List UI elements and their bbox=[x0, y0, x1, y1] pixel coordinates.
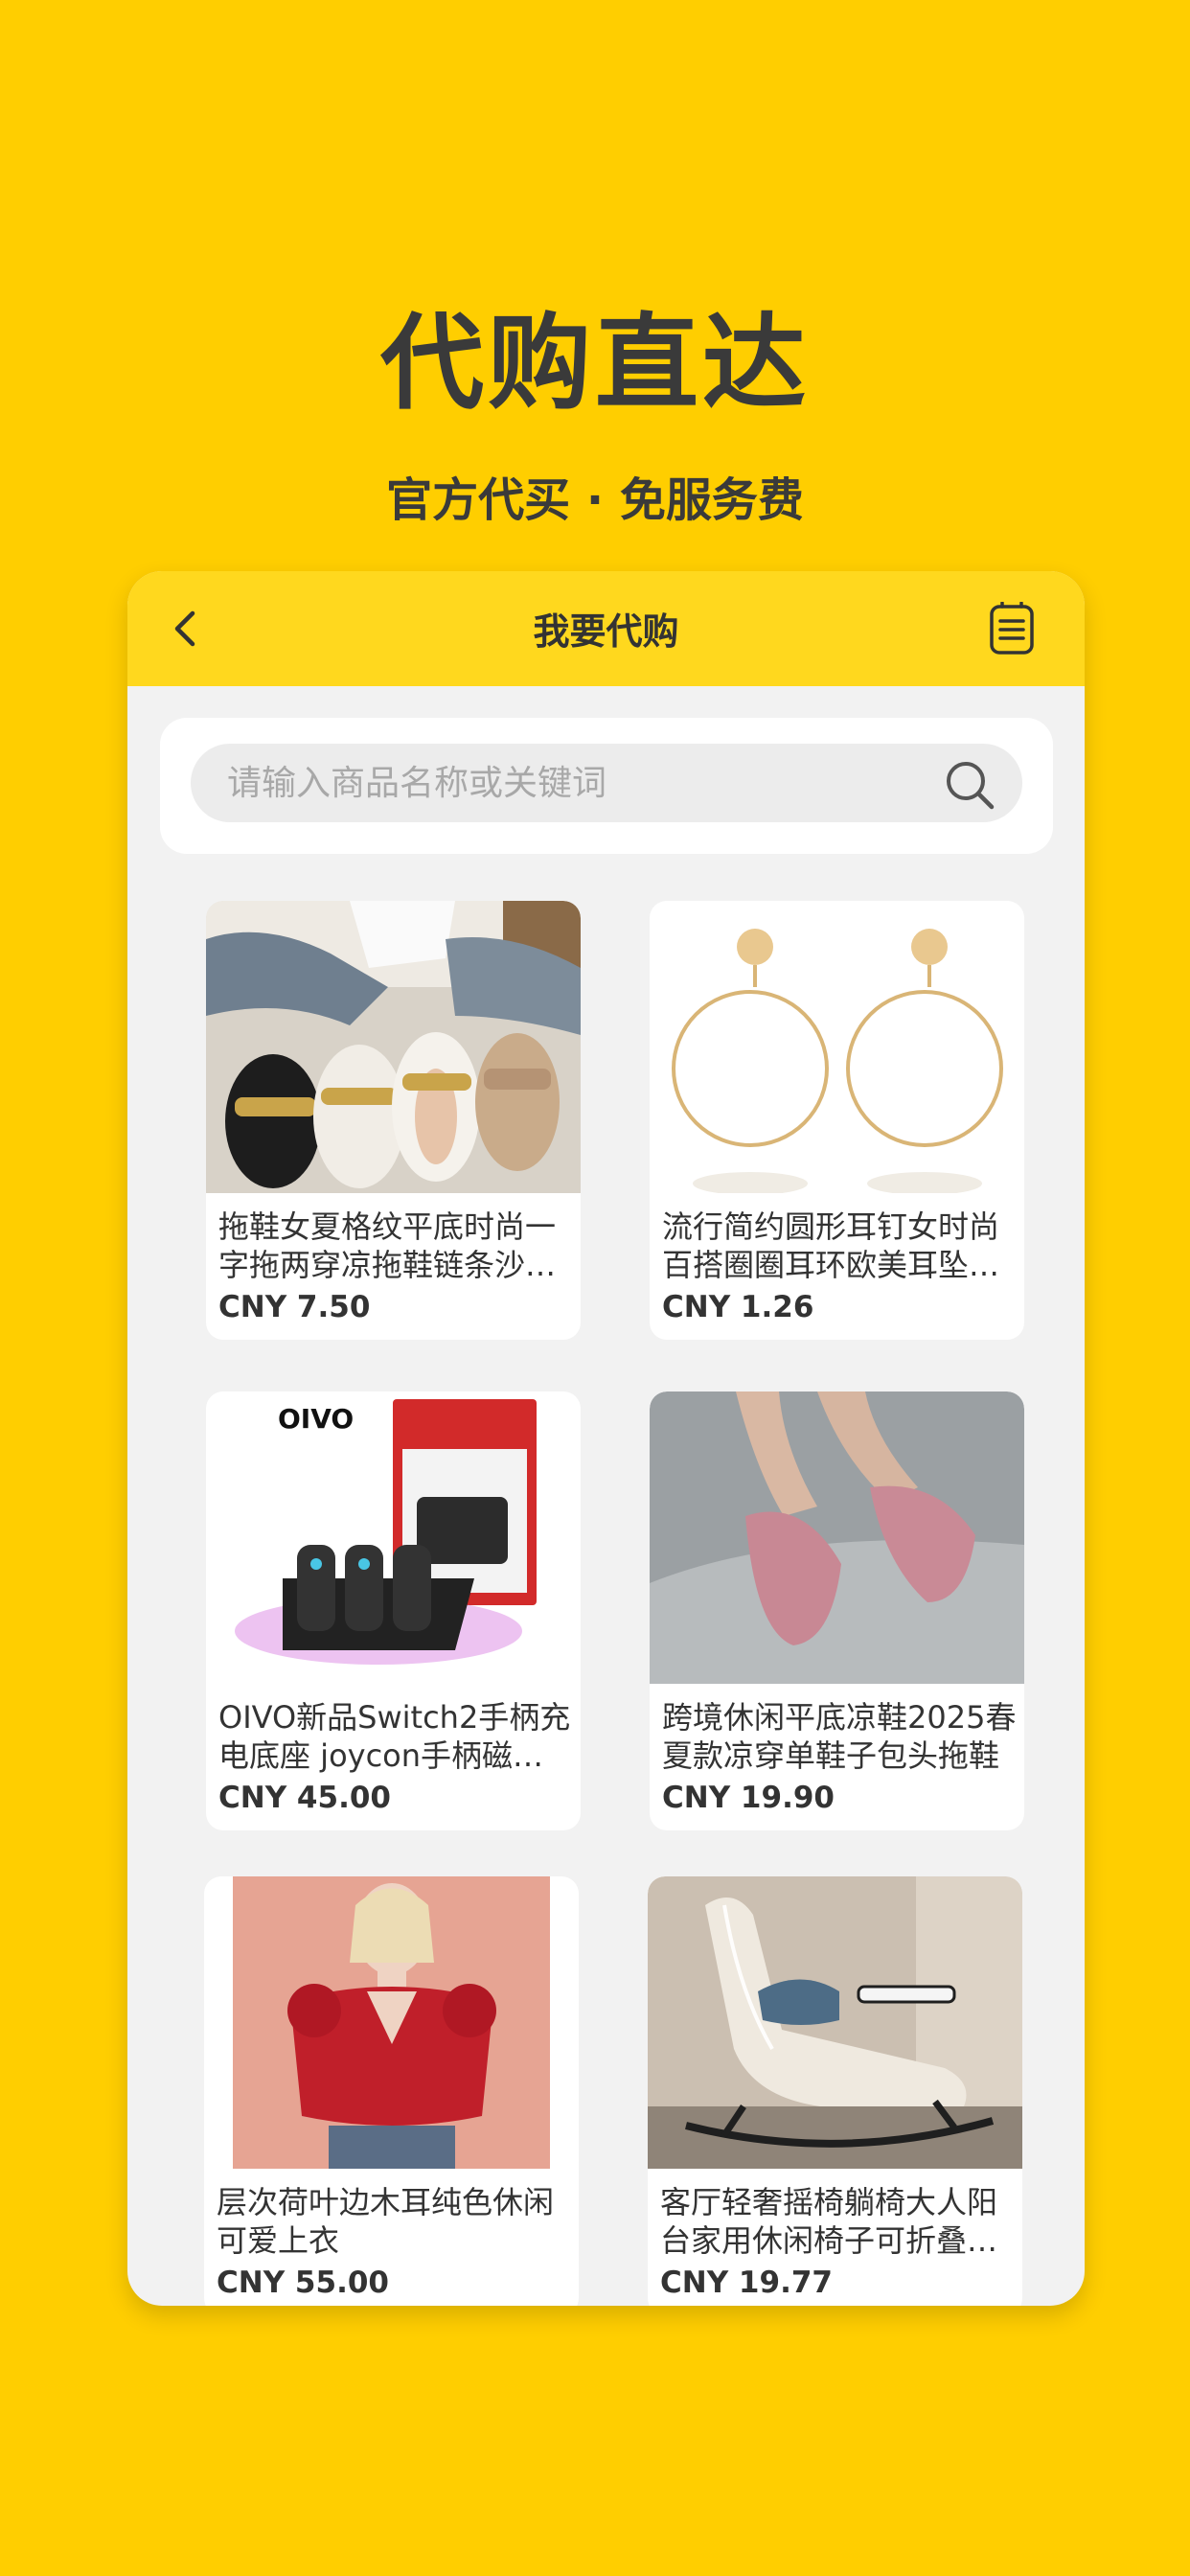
product-price: CNY 7.50 bbox=[218, 1290, 371, 1324]
product-image[interactable] bbox=[204, 1876, 579, 2169]
product-price: CNY 55.00 bbox=[217, 2266, 389, 2300]
product-card[interactable]: 层次荷叶边木耳纯色休闲可爱上衣 CNY 55.00 bbox=[204, 1876, 579, 2306]
product-image[interactable] bbox=[650, 1392, 1024, 1684]
hero-subtitle: 官方代买 · 免服务费 bbox=[386, 473, 804, 527]
nav-bar: 我要代购 bbox=[127, 571, 1085, 686]
product-card[interactable]: 流行简约圆形耳钉女时尚百搭圈圈耳环欧美耳坠饰品 CNY 1.26 bbox=[650, 901, 1024, 1340]
product-name: 流行简约圆形耳钉女时尚百搭圈圈耳环欧美耳坠饰品 bbox=[662, 1208, 1000, 1283]
app-preview-card: 我要代购 请输入商品名称或关键词 拖鞋女夏格纹平底时尚一字拖两穿凉拖鞋链条沙滩 … bbox=[127, 571, 1085, 2306]
product-image[interactable] bbox=[650, 901, 1024, 1193]
product-card[interactable]: 客厅轻奢摇椅躺椅大人阳台家用休闲椅子可折叠午睡 CNY 19.77 bbox=[648, 1876, 1022, 2306]
product-price: CNY 19.77 bbox=[660, 2266, 833, 2300]
product-name: 拖鞋女夏格纹平底时尚一字拖两穿凉拖鞋链条沙滩鞋 bbox=[218, 1208, 557, 1283]
product-name: 客厅轻奢摇椅躺椅大人阳台家用休闲椅子可折叠午睡 bbox=[660, 2184, 998, 2259]
product-name: 层次荷叶边木耳纯色休闲可爱上衣 bbox=[217, 2184, 555, 2259]
search-icon[interactable] bbox=[944, 759, 995, 811]
search-input[interactable] bbox=[191, 744, 1022, 822]
page-title: 我要代购 bbox=[533, 610, 679, 653]
product-card[interactable]: 拖鞋女夏格纹平底时尚一字拖两穿凉拖鞋链条沙滩鞋 CNY 7.50 bbox=[206, 901, 581, 1340]
product-price: CNY 1.26 bbox=[662, 1290, 814, 1324]
search-container bbox=[160, 718, 1053, 854]
order-list-icon[interactable] bbox=[989, 602, 1035, 656]
product-name: 跨境休闲平底凉鞋2025春夏款凉穿单鞋子包头拖鞋 bbox=[662, 1699, 1017, 1774]
product-card[interactable]: OIVO OIVO新品Switch2手柄充电底座 joycon手柄磁吸充电座 C… bbox=[206, 1392, 581, 1830]
product-price: CNY 19.90 bbox=[662, 1781, 835, 1815]
hero-title: 代购直达 bbox=[379, 304, 810, 424]
product-image[interactable] bbox=[648, 1876, 1022, 2169]
svg-text:OIVO: OIVO bbox=[278, 1403, 354, 1435]
product-image[interactable] bbox=[206, 901, 581, 1193]
product-image[interactable]: OIVO bbox=[206, 1392, 581, 1684]
product-card[interactable]: 跨境休闲平底凉鞋2025春夏款凉穿单鞋子包头拖鞋 CNY 19.90 bbox=[650, 1392, 1024, 1830]
product-name: OIVO新品Switch2手柄充电底座 joycon手柄磁吸充电座 bbox=[218, 1699, 571, 1774]
product-price: CNY 45.00 bbox=[218, 1781, 391, 1815]
